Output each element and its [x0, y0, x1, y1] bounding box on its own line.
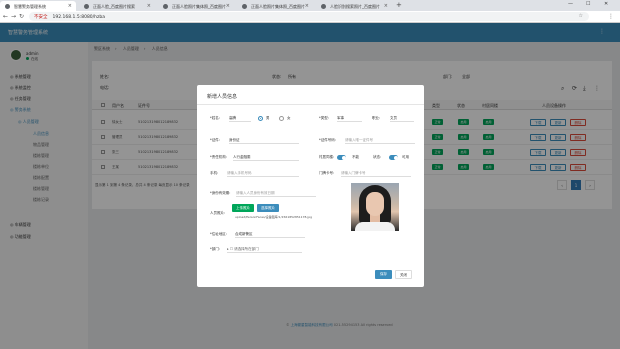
favicon-icon	[5, 4, 10, 9]
upload-photo-button[interactable]: 上传照片	[232, 204, 254, 212]
joint-toggle[interactable]	[337, 155, 346, 160]
forward-button[interactable]: →	[11, 13, 16, 20]
favicon-icon	[321, 4, 326, 9]
address-bar: ← → ↻ 不安全 192.168.1.5:8080/hzba ☆ ⋮	[0, 11, 620, 23]
back-button[interactable]: ←	[3, 13, 8, 20]
dept-label: *责任机构:	[210, 155, 227, 159]
gender-female-radio[interactable]	[279, 116, 284, 121]
dept2-label: *部门:	[210, 247, 220, 251]
joint-label: 村居同楼:	[319, 155, 335, 159]
close-tab-icon[interactable]: ×	[305, 3, 309, 9]
job-label: 职业:	[372, 116, 381, 120]
favicon-icon	[163, 4, 168, 9]
close-tab-icon[interactable]: ×	[147, 3, 151, 9]
phone-input[interactable]: 请输入手机号码	[227, 169, 299, 177]
browser-tab-5[interactable]: 人脸识别搜索照片_百度图片 ×	[316, 1, 392, 11]
phone-label: 手机:	[210, 171, 219, 175]
select-photo-button[interactable]: 选择照片	[257, 204, 279, 212]
name-input[interactable]: 高腾	[229, 114, 251, 122]
validity-label: *身份有效期:	[210, 191, 231, 195]
type-label: *类型:	[319, 116, 329, 120]
minimize-button[interactable]: —	[568, 1, 573, 7]
close-tab-icon[interactable]: ×	[68, 3, 72, 9]
maximize-button[interactable]: ☐	[586, 1, 590, 7]
browser-tab-1[interactable]: 智慧警务管理系统 ×	[0, 1, 76, 11]
reload-button[interactable]: ↻	[19, 13, 24, 20]
close-tab-icon[interactable]: ×	[226, 3, 230, 9]
addr-select[interactable]: 合成新警区	[235, 230, 305, 238]
close-tab-icon[interactable]: ×	[384, 3, 388, 9]
close-window-button[interactable]: ✕	[604, 1, 608, 7]
cert-select[interactable]: 身份证	[229, 136, 299, 144]
favicon-icon	[242, 4, 247, 9]
close-button[interactable]: 关闭	[395, 270, 412, 279]
save-button[interactable]: 保存	[375, 270, 392, 279]
validity-input[interactable]: 请输入人员身份有效日期	[236, 189, 316, 197]
url-text: 192.168.1.5:8080/hzba	[52, 15, 106, 20]
job-input[interactable]: 文员	[390, 114, 414, 122]
new-tab-button[interactable]: +	[396, 1, 402, 9]
joint-off-label: 不能	[352, 155, 359, 159]
gender-male-radio[interactable]	[258, 116, 263, 121]
modal-divider	[197, 104, 424, 105]
browser-tab-4[interactable]: 正面人脸照片集体照_百度图片 ×	[237, 1, 313, 11]
favicon-icon	[84, 4, 89, 9]
person-photo-preview	[351, 183, 399, 231]
upload-path: upload/PersonFaces/设备图库/1/1561852851178.…	[235, 215, 313, 219]
addr-label: *住址地区:	[210, 232, 227, 236]
browser-tab-3[interactable]: 正面人脸照片集体照_百度图片 ×	[158, 1, 234, 11]
dept-select[interactable]: 人行金融委	[233, 153, 299, 161]
browser-tab-2[interactable]: 正面人脸_百度图片搜索 ×	[79, 1, 155, 11]
gender-male-label: 男	[266, 116, 270, 120]
not-secure-label[interactable]: 不安全	[34, 15, 48, 20]
browser-menu-icon[interactable]: ⋮	[608, 13, 614, 20]
url-input[interactable]: 不安全 192.168.1.5:8080/hzba ☆	[29, 12, 589, 21]
state-value: 可用	[402, 155, 409, 159]
cert-label: *证件:	[210, 138, 220, 142]
bookmark-star-icon[interactable]: ☆	[579, 13, 583, 19]
modal-title: 新增人员信息	[207, 94, 238, 100]
door-input[interactable]: 请输入门牌卡号	[341, 169, 411, 177]
browser-tab-bar: 智慧警务管理系统 × 正面人脸_百度图片搜索 × 正面人脸照片集体照_百度图片 × 正…	[0, 0, 620, 11]
state-toggle[interactable]	[389, 155, 398, 160]
photo-label: 人员照片:	[210, 211, 226, 215]
cert-no-label: *证件号码:	[319, 138, 336, 142]
name-label: *姓名:	[210, 116, 220, 120]
screen: { "browser": { "tabs": [ {"label": "智慧警务…	[0, 0, 620, 349]
gender-female-label: 女	[287, 116, 291, 120]
cert-no-input[interactable]: 请输入唯一证件号	[345, 136, 415, 144]
state-label: 状态:	[373, 155, 382, 159]
dept2-tree-select[interactable]: ▸ ☐ 请选择所在部门	[227, 245, 302, 253]
type-select[interactable]: 军事	[337, 114, 362, 122]
door-label: 门牌卡号:	[319, 171, 335, 175]
